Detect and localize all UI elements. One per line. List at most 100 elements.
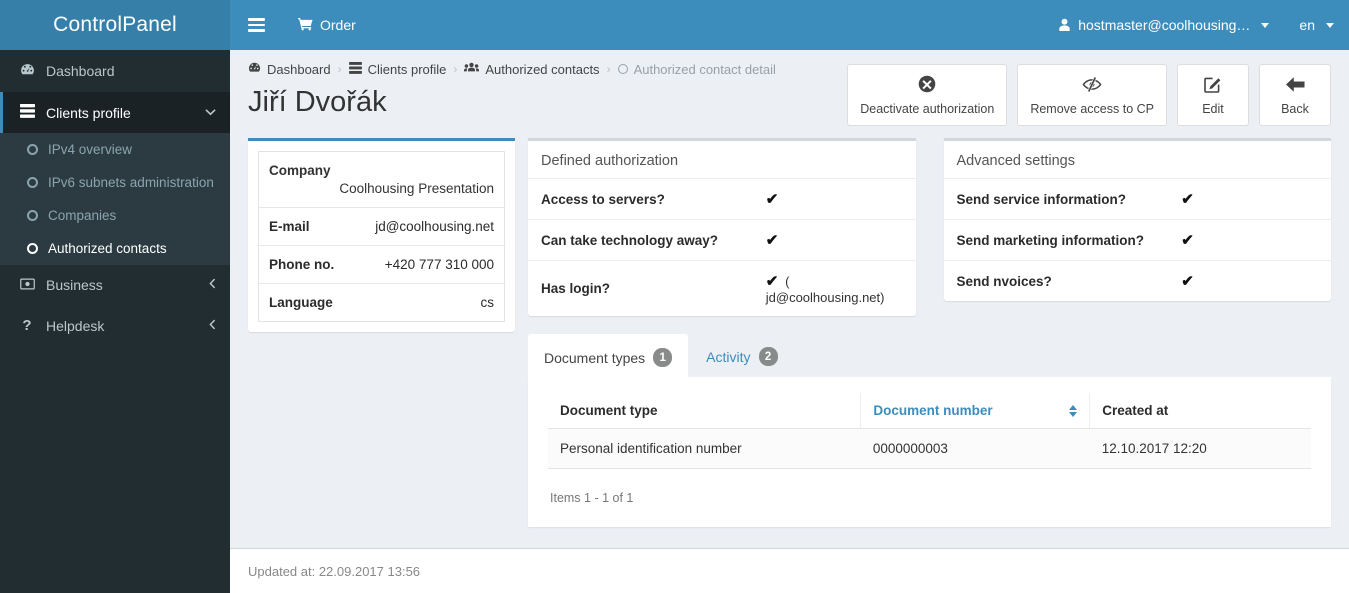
user-menu-label: hostmaster@coolhousing… [1078,17,1251,33]
left-column: Company Coolhousing Presentation E-mail [248,138,528,527]
sidebar-subitem-ipv4-overview: IPv4 overview [0,133,230,166]
chevron-down-icon [1261,22,1270,28]
breadcrumb-label: Dashboard [267,61,331,77]
advanced-settings-title: Advanced settings [956,153,1076,169]
navbar-right: hostmaster@coolhousing… en [1043,0,1349,50]
breadcrumb-separator: › [337,62,342,76]
sidebar-sublink-companies[interactable]: Companies [0,199,230,232]
cell-document-type: Personal identification number [548,428,861,469]
question-mark-icon: ? [22,317,32,334]
nav-item-order-label: Order [320,17,356,33]
company-link[interactable]: Coolhousing Presentation [339,181,494,196]
tab-document-types[interactable]: Document types 1 [528,334,689,377]
sidebar-link-dashboard[interactable]: Dashboard [0,50,230,92]
table-row: Phone no. +420 777 310 000 [258,245,505,284]
table-row[interactable]: Personal identification number 000000000… [548,428,1311,469]
advanced-settings-panel: Advanced settings Send service informati… [943,138,1331,316]
navbar: Order hostmaster@coolhousing… en [230,0,1349,50]
setting-value: ✔ [1168,260,1331,301]
nav-item-order[interactable]: Order [283,0,371,50]
arrow-left-icon [1285,76,1305,96]
edit-button[interactable]: Edit [1177,64,1249,126]
sidebar-link-clients-profile[interactable]: Clients profile [0,92,230,133]
circle-icon [27,243,38,254]
sidebar-subitem-label: Authorized contacts [48,241,167,256]
table-row: Has login? ✔ ( jd@coolhousing.net) [528,260,916,316]
column-header-document-number[interactable]: Document number [860,393,1091,429]
company-value: Coolhousing Presentation [269,181,494,196]
breadcrumb-item-current: Authorized contact detail [617,62,776,77]
tab-list: Document types 1 Activity 2 [528,334,1331,378]
circle-icon [617,64,628,74]
contact-info-table: Company Coolhousing Presentation E-mail [258,151,505,322]
panel-row: Defined authorization Access to servers?… [528,138,1331,316]
dashboard-icon [18,62,36,80]
check-icon: ✔ [765,191,779,208]
hamburger-bar [248,29,265,32]
language-menu[interactable]: en [1284,0,1349,50]
breadcrumb-item-authorized-contacts[interactable]: Authorized contacts [464,62,600,77]
breadcrumb-separator: › [606,62,611,76]
info-label: Phone no. [258,245,353,284]
sidebar-item-dashboard: Dashboard [0,50,230,92]
brand-logo[interactable]: ControlPanel [0,0,230,50]
chevron-left-icon [209,278,222,292]
sort-asc-icon [1069,405,1078,410]
breadcrumb-item-clients-profile[interactable]: Clients profile [348,61,446,77]
info-label: Language [269,295,333,310]
tab-activity[interactable]: Activity 2 [690,334,793,377]
user-icon [1058,18,1071,33]
page-header-left: Dashboard › Clients profile › Authorized… [248,61,847,119]
sort-desc-icon [1069,412,1078,417]
sidebar-link-business[interactable]: Business [0,265,230,305]
sidebar-item-business: Business [0,265,230,305]
info-value: jd@coolhousing.net [352,207,505,246]
action-button-label: Deactivate authorization [860,102,995,116]
sidebar-sublink-ipv6-subnets[interactable]: IPv6 subnets administration [0,166,230,199]
setting-value: ✔ [1168,178,1331,220]
column-header-label: Document number [873,403,993,418]
chevron-down-icon [1326,22,1334,28]
circle-icon [27,144,38,155]
user-menu[interactable]: hostmaster@coolhousing… [1043,0,1284,50]
documents-table-head: Document type Document number Created at [548,393,1311,429]
sidebar-subitem-label: IPv4 overview [48,142,133,157]
breadcrumb: Dashboard › Clients profile › Authorized… [248,61,847,77]
sidebar-subitem-companies: Companies [0,199,230,232]
sidebar-toggle-button[interactable] [230,0,283,50]
action-button-label: Edit [1202,102,1224,116]
back-button[interactable]: Back [1259,64,1331,126]
sidebar: Dashboard Clients profile IPv4 overview … [0,50,230,593]
tab-label: Document types [544,349,646,366]
sidebar-item-label: Helpdesk [46,317,105,334]
auth-label: Has login? [528,260,753,316]
sort-icon[interactable] [1069,405,1078,417]
language-menu-label: en [1299,17,1315,33]
defined-authorization-table: Access to servers? ✔ Can take technology [528,178,916,316]
users-icon [464,62,480,77]
page-title: Jiří Dvořák [248,86,387,118]
deactivate-authorization-button[interactable]: Deactivate authorization [847,64,1008,126]
server-stack-icon [348,61,362,77]
table-header-row: Document type Document number Created at [548,393,1311,429]
documents-table-body: Personal identification number 000000000… [548,428,1311,469]
sidebar-sublink-ipv4-overview[interactable]: IPv4 overview [0,133,230,166]
sidebar-sublink-authorized-contacts[interactable]: Authorized contacts [0,232,230,265]
table-row: Send nvoices? ✔ [943,260,1331,301]
auth-label: Access to servers? [528,178,753,220]
tab-pane-document-types: Document type Document number Created at… [528,378,1331,527]
remove-access-to-cp-button[interactable]: Remove access to CP [1017,64,1167,126]
company-cell: Company Coolhousing Presentation [258,151,505,208]
footer-updated-at: Updated at: 22.09.2017 13:56 [248,563,421,579]
auth-note: ( jd@coolhousing.net) [765,274,885,305]
app-root: ControlPanel Order hostmaster@coolhousin… [0,0,1349,593]
breadcrumb-item-dashboard[interactable]: Dashboard [248,61,331,77]
chevron-left-icon [209,319,222,333]
setting-label: Send nvoices? [943,260,1169,301]
action-button-group: Deactivate authorization Remove access t… [847,61,1331,126]
chevron-down-icon [205,107,222,119]
circle-icon [27,210,38,221]
sidebar-link-helpdesk[interactable]: ? Helpdesk [0,305,230,346]
times-circle-icon [918,75,936,96]
sidebar-submenu: IPv4 overview IPv6 subnets administratio… [0,133,230,265]
